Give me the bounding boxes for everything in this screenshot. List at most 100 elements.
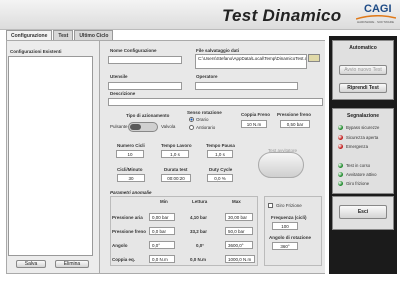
delete-button[interactable]: Elimina xyxy=(55,260,89,268)
toggle-knob xyxy=(130,124,141,130)
riprendi-test-button[interactable]: Riprendi Test xyxy=(339,83,387,93)
operatore-input[interactable] xyxy=(195,82,298,90)
row-pressione-freno-max[interactable]: 50,0 bar xyxy=(225,227,253,235)
frequenza-input[interactable]: 100 xyxy=(272,222,298,230)
duty-cycle-value: 0,0 % xyxy=(207,174,233,182)
row-pressione-aria-read: 4,10 bar xyxy=(190,215,208,220)
file-label: File salvataggio dati xyxy=(196,48,240,53)
led-avvitatore-icon xyxy=(338,172,343,177)
durata-test-label: Durata test xyxy=(164,167,188,172)
cagi-logo: CAGI HARDWARE · SOFTWARE xyxy=(356,2,398,27)
signal-bypass: Bypass sicurezze xyxy=(346,125,380,130)
nome-input[interactable] xyxy=(108,56,182,64)
pressione-freno-input[interactable]: 0,50 bar xyxy=(280,120,310,128)
pulsante-label: Pulsante xyxy=(110,124,128,129)
segnalazione-title: Segnalazione xyxy=(347,113,379,119)
automatico-box: Automatico Avvio nuovo Test Riprendi Tes… xyxy=(332,40,394,100)
file-path-input[interactable]: C:\Users\Stefano\AppData\Local\Temp\Dina… xyxy=(195,54,307,69)
coppia-freno-label: Coppia Freno xyxy=(241,112,270,117)
logo-text: CAGI xyxy=(364,3,392,15)
signal-avvitatore: Avvitatore attivo xyxy=(346,172,377,177)
giro-frizione-checkbox[interactable] xyxy=(268,203,273,208)
radio-orario[interactable]: Orario xyxy=(189,117,209,122)
azionamento-toggle[interactable] xyxy=(128,122,158,132)
save-button[interactable]: Salva xyxy=(16,260,46,268)
cicli-minuto-label: Cicli/Minuto xyxy=(117,167,143,172)
row-pressione-aria-label: Pressione aria xyxy=(112,215,143,220)
signal-sicurezza: Sicurezza aperta xyxy=(346,135,379,140)
tab-bar: Configurazione Test Ultimo Ciclo xyxy=(6,30,114,40)
exit-box: Esci xyxy=(332,196,394,230)
row-pressione-freno-min[interactable]: 0,0 bar xyxy=(149,227,175,235)
row-pressione-freno-label: Pressione freno xyxy=(112,229,147,234)
radio-antiorario-label: Antiorario xyxy=(196,125,216,130)
parametri-title: Parametri anomalie xyxy=(110,190,152,195)
radio-orario-label: Orario xyxy=(196,117,209,122)
angolo-rotazione-label: Angolo di rotazione xyxy=(269,235,311,240)
valvola-label: Valvola xyxy=(161,124,176,129)
radio-orario-dot xyxy=(189,117,194,122)
avvio-test-button[interactable]: Avvio nuovo Test xyxy=(339,65,387,75)
durata-test-value: 00:00:20 xyxy=(161,174,191,182)
test-avvitatore-label: Test avvitatore xyxy=(268,148,298,153)
row-angolo-min[interactable]: 0,0° xyxy=(149,241,175,249)
row-angolo-max[interactable]: 3600,0° xyxy=(225,241,253,249)
row-coppia-read: 0,0 N.m xyxy=(190,257,207,262)
logo-subtitle: HARDWARE · SOFTWARE xyxy=(357,20,394,24)
tipo-azionamento-label: Tipo di azionamento xyxy=(126,113,170,118)
signal-emergenza: Emergenza xyxy=(346,144,368,149)
descrizione-input[interactable] xyxy=(108,98,323,106)
tempo-pausa-input[interactable]: 1,0 s xyxy=(207,150,233,158)
radio-antiorario-dot xyxy=(189,125,194,130)
col-lettura: Lettura xyxy=(192,199,208,204)
row-coppia-label: Coppia eq. xyxy=(112,257,136,262)
tab-configurazione[interactable]: Configurazione xyxy=(6,30,53,40)
operatore-label: Operatore xyxy=(196,74,218,79)
giro-frizione-label: Giro Frizione xyxy=(276,203,302,208)
row-coppia-max[interactable]: 1000,0 N.m xyxy=(225,255,255,263)
tempo-pausa-label: Tempo Pausa xyxy=(206,143,235,148)
control-sidebar: Automatico Avvio nuovo Test Riprendi Tes… xyxy=(329,36,397,274)
numero-cicli-input[interactable]: 10 xyxy=(116,150,144,158)
utensile-input[interactable] xyxy=(108,82,182,90)
segnalazione-box: Segnalazione Bypass sicurezze Sicurezza … xyxy=(332,108,394,194)
tab-test[interactable]: Test xyxy=(53,30,74,40)
row-angolo-read: 0,0° xyxy=(196,243,205,248)
led-sicurezza-icon xyxy=(338,135,343,140)
angolo-rotazione-input[interactable]: 360° xyxy=(272,242,298,250)
row-pressione-aria-max[interactable]: 30,00 bar xyxy=(225,213,253,221)
config-list-label: Configurazioni Esistenti xyxy=(10,49,62,54)
row-coppia-min[interactable]: 0,0 N.m xyxy=(149,255,175,263)
automatico-title: Automatico xyxy=(349,45,377,51)
descrizione-label: Descrizione xyxy=(110,91,136,96)
col-min: Min xyxy=(160,199,168,204)
browse-folder-icon[interactable] xyxy=(308,54,320,62)
utensile-label: Utensile xyxy=(110,74,128,79)
test-avvitatore-button[interactable] xyxy=(258,152,304,178)
coppia-freno-input[interactable]: 10 N.m xyxy=(241,120,267,128)
row-angolo-label: Angolo xyxy=(112,243,128,248)
row-pressione-freno-read: 33,2 bar xyxy=(190,229,208,234)
config-list[interactable] xyxy=(8,56,93,256)
nome-label: Nome Configurazione xyxy=(110,48,157,53)
led-test-icon xyxy=(338,163,343,168)
col-max: Max xyxy=(232,199,241,204)
signal-test: Test in corso xyxy=(346,163,371,168)
tab-ultimo-ciclo[interactable]: Ultimo Ciclo xyxy=(74,30,114,40)
duty-cycle-label: Duty Cycle xyxy=(209,167,233,172)
radio-antiorario[interactable]: Antiorario xyxy=(189,125,215,130)
led-bypass-icon xyxy=(338,125,343,130)
cicli-minuto-value: 30 xyxy=(117,174,145,182)
frequenza-label: Frequenza (cicli) xyxy=(271,215,307,220)
senso-rotazione-label: Senso rotazione xyxy=(187,110,222,115)
header-bar: Test Dinamico CAGI HARDWARE · SOFTWARE xyxy=(0,0,400,30)
tempo-lavoro-input[interactable]: 1,0 s xyxy=(161,150,189,158)
tempo-lavoro-label: Tempo Lavoro xyxy=(161,143,192,148)
led-giro-icon xyxy=(338,181,343,186)
app-title: Test Dinamico xyxy=(222,6,342,25)
row-pressione-aria-min[interactable]: 0,00 bar xyxy=(149,213,175,221)
numero-cicli-label: Numero Cicli xyxy=(117,143,145,148)
led-emergenza-icon xyxy=(338,144,343,149)
exit-button[interactable]: Esci xyxy=(339,205,387,219)
signal-giro: Giro frizione xyxy=(346,181,370,186)
